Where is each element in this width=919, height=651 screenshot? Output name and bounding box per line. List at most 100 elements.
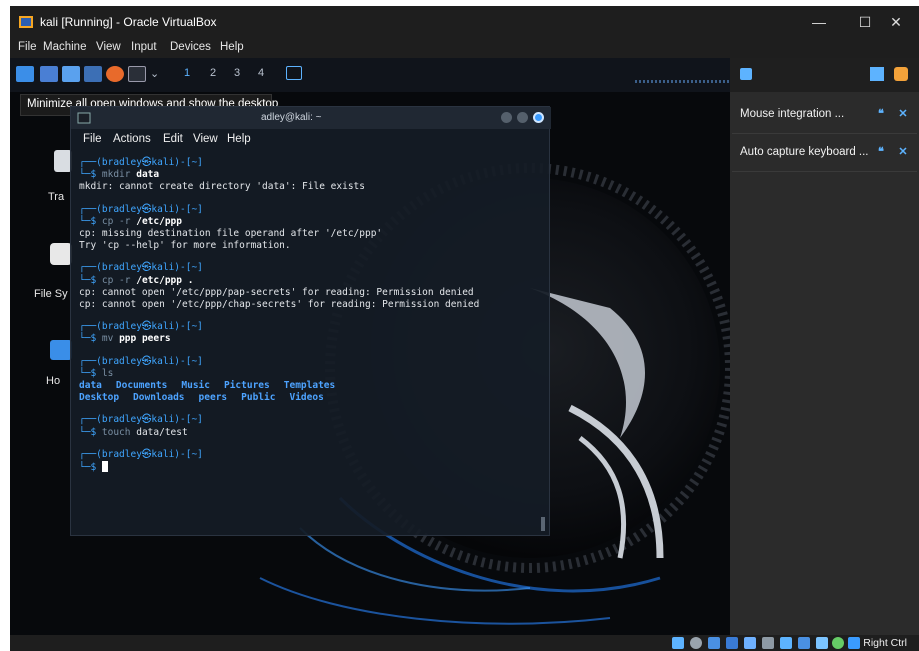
shared-folders-icon[interactable] — [762, 637, 774, 649]
menu-help[interactable]: Help — [220, 41, 244, 53]
ls-output-row: data Documents Music Pictures Templates — [79, 380, 545, 392]
prompt-line: ┌──(bradley㉿kali)-[~] — [79, 321, 203, 333]
terminal-window[interactable]: adley@kali: ~ File Actions Edit View Hel… — [70, 106, 551, 536]
cpu-icon[interactable] — [816, 637, 828, 649]
terminal-minimize-button[interactable] — [501, 112, 512, 123]
terminal-close-button[interactable] — [533, 112, 544, 123]
firefox-icon[interactable] — [106, 66, 124, 82]
audio-icon[interactable] — [708, 637, 720, 649]
show-desktop-icon[interactable] — [40, 66, 58, 82]
virtualbox-app-icon — [19, 16, 33, 28]
output-line: Try 'cp --help' for more information. — [79, 240, 291, 252]
terminal-menu-actions[interactable]: Actions — [113, 133, 151, 145]
prompt-line: ┌──(bradley㉿kali)-[~] — [79, 262, 203, 274]
recording-icon[interactable] — [798, 637, 810, 649]
guest-display[interactable]: ⌄ 1 2 3 4 Minimize all open windows and … — [10, 58, 730, 641]
close-button[interactable]: ✕ — [873, 6, 919, 38]
terminal-menu-file[interactable]: File — [83, 133, 102, 145]
terminal-menu-bar: File Actions Edit View Help — [71, 129, 551, 151]
minimize-button[interactable]: — — [796, 6, 842, 38]
home-folder-icon[interactable] — [50, 340, 72, 360]
network-icon[interactable] — [726, 637, 738, 649]
notification-auto-capture[interactable]: Auto capture keyboard ... ❝ ✕ — [732, 134, 917, 172]
command-line: └─$ ls — [79, 367, 114, 379]
command-line: └─$ mkdir data — [79, 169, 160, 181]
menu-devices[interactable]: Devices — [170, 41, 211, 53]
output-line: mkdir: cannot create directory 'data': F… — [79, 181, 365, 193]
terminal-launcher-icon[interactable] — [128, 66, 146, 82]
window-title: kali [Running] - Oracle VirtualBox — [40, 15, 217, 29]
terminal-menu-view[interactable]: View — [193, 133, 218, 145]
desktop-label-home: Ho — [46, 375, 61, 387]
ls-entry: Public — [241, 392, 276, 404]
notification-panel-header — [730, 58, 919, 92]
vm-tools-icon[interactable] — [894, 67, 908, 81]
command-line: └─$ cp -r /etc/ppp . — [79, 274, 194, 286]
notification-close-icon[interactable]: ✕ — [896, 145, 910, 159]
host-key-label: Right Ctrl — [863, 637, 907, 649]
dropdown-chevron-icon[interactable]: ⌄ — [150, 67, 159, 80]
text-editor-icon[interactable] — [84, 66, 102, 82]
vm-settings-icon[interactable] — [870, 67, 884, 81]
notification-panel: Mouse integration ... ❝ ✕ Auto capture k… — [730, 58, 919, 641]
menu-machine[interactable]: Machine — [43, 41, 86, 53]
ls-output-row: Desktop Downloads peers Public Videos — [79, 392, 545, 404]
virtualbox-window: kali [Running] - Oracle VirtualBox — ☐ ✕… — [10, 6, 919, 651]
menu-bar: File Machine View Input Devices Help — [10, 38, 919, 58]
terminal-app-icon — [77, 112, 91, 124]
output-line: cp: cannot open '/etc/ppp/pap-secrets' f… — [79, 286, 474, 298]
output-line: cp: cannot open '/etc/ppp/chap-secrets' … — [79, 299, 480, 311]
workspace-2[interactable]: 2 — [210, 67, 216, 79]
terminal-menu-help[interactable]: Help — [227, 133, 251, 145]
ls-entry: Videos — [289, 392, 324, 404]
ls-entry: Music — [181, 380, 210, 392]
notification-mouse-integration[interactable]: Mouse integration ... ❝ ✕ — [732, 96, 917, 134]
prompt-line: ┌──(bradley㉿kali)-[~] — [79, 414, 203, 426]
notification-info-icon[interactable]: ❝ — [874, 107, 888, 121]
command-line: └─$ cp -r /etc/ppp — [79, 215, 182, 227]
screen: kali [Running] - Oracle VirtualBox — ☐ ✕… — [0, 0, 919, 651]
workspace-4[interactable]: 4 — [258, 67, 264, 79]
notification-text: Auto capture keyboard ... — [740, 146, 869, 158]
notification-text: Mouse integration ... — [740, 108, 845, 120]
ls-entry: peers — [198, 392, 228, 404]
output-line: cp: missing destination file operand aft… — [79, 228, 383, 240]
command-line: └─$ touch data/test — [79, 426, 188, 438]
menu-view[interactable]: View — [96, 41, 121, 53]
kali-menu-icon[interactable] — [16, 66, 34, 82]
ls-entry: Pictures — [223, 380, 270, 392]
menu-input[interactable]: Input — [131, 41, 157, 53]
ls-entry: data — [79, 380, 102, 392]
desktop-label-trash: Tra — [48, 191, 65, 203]
cpu-graph — [635, 80, 730, 83]
notification-close-icon[interactable]: ✕ — [896, 107, 910, 121]
status-bar: Right Ctrl — [10, 635, 919, 651]
workspace-3[interactable]: 3 — [234, 67, 240, 79]
terminal-maximize-button[interactable] — [517, 112, 528, 123]
text-cursor — [101, 461, 108, 473]
prompt-line: ┌──(bradley㉿kali)-[~] — [79, 448, 203, 460]
notifications-icon[interactable] — [740, 68, 752, 80]
display-icon[interactable] — [780, 637, 792, 649]
notification-info-icon[interactable]: ❝ — [874, 145, 888, 159]
file-manager-icon[interactable] — [62, 66, 80, 82]
filesystem-icon[interactable] — [50, 243, 72, 265]
active-command-line[interactable]: └─$ — [79, 461, 545, 474]
hard-disk-icon[interactable] — [672, 637, 684, 649]
mouse-integration-icon[interactable] — [848, 637, 860, 649]
workspace-1[interactable]: 1 — [184, 67, 190, 79]
optical-drive-icon[interactable] — [690, 637, 702, 649]
kali-top-panel: ⌄ 1 2 3 4 — [10, 58, 730, 92]
terminal-scrollbar[interactable] — [541, 517, 545, 531]
ls-entry: Desktop — [79, 392, 120, 404]
terminal-output[interactable]: ┌──(bradley㉿kali)-[~] └─$ mkdir data mkd… — [79, 157, 545, 474]
guest-additions-icon[interactable] — [832, 637, 844, 649]
title-bar: kali [Running] - Oracle VirtualBox — ☐ ✕ — [10, 6, 919, 38]
usb-icon[interactable] — [744, 637, 756, 649]
terminal-title-bar[interactable]: adley@kali: ~ — [71, 107, 551, 129]
desktop-label-filesystem: File Sy — [34, 288, 68, 300]
terminal-menu-edit[interactable]: Edit — [163, 133, 183, 145]
window-task-icon[interactable] — [286, 66, 302, 80]
menu-file[interactable]: File — [18, 41, 37, 53]
terminal-title: adley@kali: ~ — [261, 112, 322, 123]
